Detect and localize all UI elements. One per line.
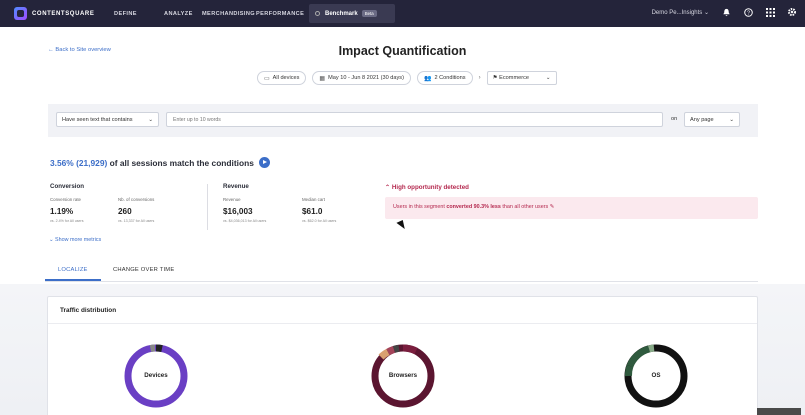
traffic-distribution-card: Traffic distribution Devices Browsers OS: [47, 296, 758, 415]
chevron-down-icon: ⌄: [49, 237, 54, 243]
opportunity-title-text: High opportunity detected: [391, 184, 469, 191]
chevron-down-icon: ⌄: [545, 75, 551, 81]
page-select[interactable]: Any page ⌄: [684, 112, 740, 127]
top-nav: CONTENTSQUARE DEFINE ANALYZE MERCHANDISI…: [0, 0, 805, 27]
condition-type-value: Have seen text that contains: [62, 116, 133, 123]
condition-search-band: Have seen text that contains ⌄ on Any pa…: [48, 104, 758, 137]
sessions-percentage: 3.56% (21,929): [50, 157, 108, 168]
devices-icon: ▭: [264, 75, 270, 82]
browsers-donut-label: Browsers: [388, 372, 418, 379]
conditions-label: 2 Conditions: [434, 75, 466, 81]
gear-icon[interactable]: [787, 7, 797, 17]
nav-performance[interactable]: PERFORMANCE: [256, 11, 304, 17]
show-more-label: Show more metrics: [55, 237, 102, 243]
conversions-count-value: 260: [118, 207, 132, 216]
nav-define[interactable]: DEFINE: [114, 11, 137, 17]
tab-localize[interactable]: LOCALIZE: [58, 267, 88, 273]
page-select-value: Any page: [690, 116, 714, 123]
opportunity-title: ⌃ High opportunity detected: [385, 184, 469, 191]
conversion-rate-compare: vs. 2.4% for All users: [50, 219, 84, 223]
sessions-summary: 3.56% (21,929) of all sessions match the…: [50, 157, 270, 168]
chevron-down-icon: ⌄: [148, 116, 153, 123]
users-icon: 👥: [423, 75, 432, 82]
metrics-divider: [207, 184, 208, 230]
traffic-distribution-title: Traffic distribution: [60, 307, 117, 314]
revenue-compare: vs. $4,036,013 for All users: [223, 219, 267, 223]
active-tab-indicator: [45, 279, 101, 281]
opportunity-text-bold: converted 90.3% less: [446, 204, 501, 210]
conversions-count-compare: vs. 13,337 for All users: [118, 219, 155, 223]
window-corner: [757, 408, 801, 415]
median-cart-value: $61.0: [302, 207, 323, 216]
card-divider: [48, 323, 757, 324]
os-donut-label: OS: [651, 372, 661, 379]
calendar-icon: ▦: [319, 75, 326, 82]
chevron-down-icon: ⌄: [703, 9, 709, 16]
conversions-count-label: Nb. of conversions: [118, 197, 155, 202]
filter-bar: ▭ All devices ▦ May 10 - Jun 8 2021 (30 …: [257, 71, 557, 85]
page-title: Impact Quantification: [338, 44, 467, 58]
segment-select-value: ⚑ Ecommerce: [493, 75, 529, 81]
devices-filter[interactable]: ▭ All devices: [257, 71, 307, 85]
nav-merchandising[interactable]: MERCHANDISING: [202, 11, 255, 17]
conversion-rate-value: 1.19%: [50, 207, 74, 216]
devices-donut-label: Devices: [144, 372, 168, 379]
pin-icon: [315, 11, 320, 16]
beta-badge: Beta: [361, 10, 377, 17]
condition-type-select[interactable]: Have seen text that contains ⌄: [56, 112, 159, 127]
brand-name: CONTENTSQUARE: [32, 10, 95, 17]
svg-text:?: ?: [747, 10, 750, 16]
show-more-metrics-link[interactable]: ⌄ Show more metrics: [49, 237, 101, 243]
sessions-text: of all sessions match the conditions: [109, 157, 254, 168]
nav-analyze[interactable]: ANALYZE: [164, 11, 193, 17]
conversion-title: Conversion: [50, 183, 85, 190]
opportunity-alert: Users in this segment converted 90.3% le…: [385, 197, 758, 219]
revenue-value: $16,003: [223, 207, 253, 216]
median-cart-compare: vs. $62.0 for All users: [302, 219, 337, 223]
devices-filter-label: All devices: [272, 75, 300, 81]
benchmark-label: Benchmark: [325, 10, 358, 17]
opportunity-text-pre: Users in this segment: [393, 204, 445, 210]
account-switcher[interactable]: Demo Pe...Insights ⌄: [652, 9, 709, 16]
chevron-up-icon: ⌃: [385, 184, 391, 191]
filter-separator: ›: [478, 75, 481, 81]
flag-icon: ⚑: [492, 75, 498, 81]
apps-grid-icon[interactable]: [765, 7, 775, 17]
conversion-rate-label: Conversion rate: [50, 197, 81, 202]
opportunity-text-post: than all other users: [502, 204, 549, 210]
analysis-tabs: LOCALIZE CHANGE OVER TIME: [45, 262, 758, 282]
segment-select[interactable]: ⚑ Ecommerce ⌄: [486, 71, 557, 85]
segment-label: Ecommerce: [499, 75, 529, 81]
date-range-label: May 10 - Jun 8 2021 (30 days): [328, 75, 404, 81]
logo-icon: [14, 7, 27, 20]
brand-logo[interactable]: CONTENTSQUARE: [14, 7, 94, 20]
account-name: Demo Pe...Insights: [651, 9, 703, 16]
revenue-title: Revenue: [223, 183, 249, 190]
nav-right: Demo Pe...Insights ⌄ ?: [652, 7, 797, 17]
median-cart-label: Median cart: [302, 197, 325, 202]
date-range-filter[interactable]: ▦ May 10 - Jun 8 2021 (30 days): [312, 71, 411, 85]
nav-benchmark[interactable]: Benchmark Beta: [309, 4, 395, 23]
conditions-filter[interactable]: 👥 2 Conditions: [416, 71, 473, 85]
help-icon[interactable]: ?: [743, 7, 753, 17]
mouse-cursor-icon: [396, 219, 407, 232]
chevron-down-icon: ⌄: [729, 116, 734, 123]
search-words-input[interactable]: [166, 112, 663, 127]
play-replay-icon[interactable]: [258, 157, 270, 168]
on-label: on: [671, 116, 678, 122]
pencil-icon[interactable]: ✎: [550, 204, 555, 210]
bell-icon[interactable]: [721, 7, 731, 17]
revenue-label: Revenue: [223, 197, 241, 202]
tab-change-over-time[interactable]: CHANGE OVER TIME: [113, 267, 174, 273]
